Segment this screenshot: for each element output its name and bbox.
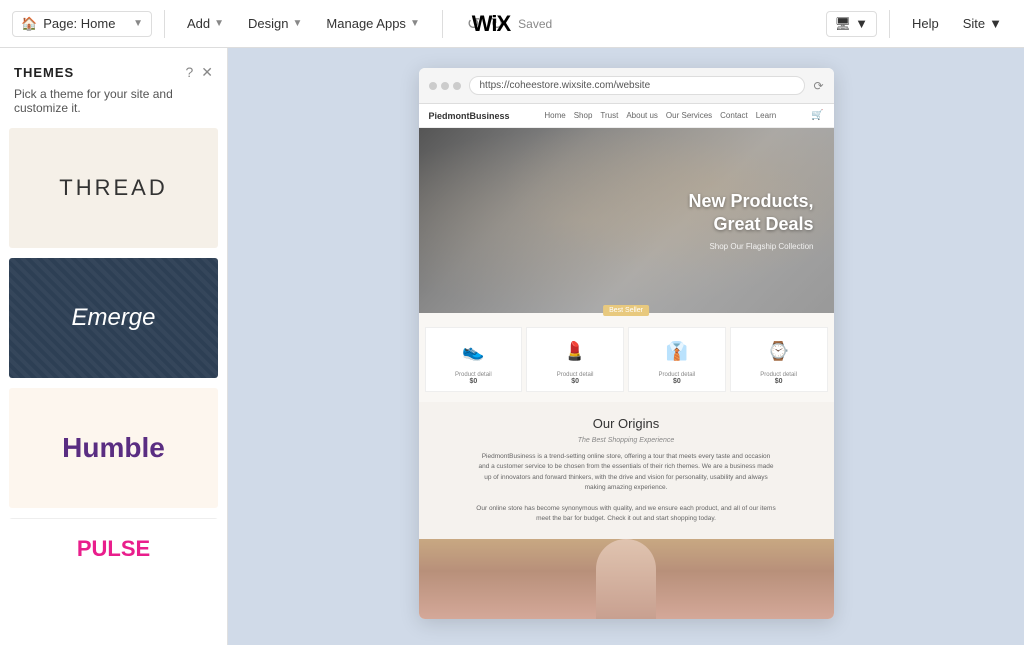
design-chevron-icon: ▼ bbox=[293, 18, 303, 29]
product-item-shoe: 👟 Product detail $0 bbox=[425, 327, 523, 392]
theme-humble-label: Humble bbox=[62, 432, 165, 464]
browser-url-text: https://coheestore.wixsite.com/website bbox=[480, 80, 651, 91]
desktop-icon: 🖥 bbox=[835, 16, 852, 32]
themes-header-icons: ? ✕ bbox=[185, 64, 213, 81]
site-hero-title: New Products,Great Deals bbox=[688, 190, 813, 237]
theme-card-thread[interactable]: THREAD bbox=[8, 127, 219, 249]
product-item-shirt: 👔 Product detail $0 bbox=[628, 327, 726, 392]
help-icon[interactable]: ? bbox=[185, 64, 193, 81]
origins-text: PiedmontBusiness is a trend-setting onli… bbox=[476, 452, 776, 525]
product-icon-cosmetic: 💄 bbox=[560, 336, 590, 366]
site-products-section: Best Seller ‹ 👟 Product detail $0 💄 Prod… bbox=[419, 313, 834, 402]
browser-traffic-lights bbox=[429, 82, 461, 90]
product-icon-shoe: 👟 bbox=[458, 336, 488, 366]
main-layout: THEMES ? ✕ Pick a theme for your site an… bbox=[0, 48, 1024, 645]
topbar-divider-2 bbox=[442, 10, 443, 38]
site-nav: PiedmontBusiness Home Shop Trust About u… bbox=[419, 104, 834, 128]
product-item-watch: ⌚ Product detail $0 bbox=[730, 327, 828, 392]
device-chevron-icon: ▼ bbox=[855, 16, 868, 31]
topbar-divider-3 bbox=[889, 10, 890, 38]
site-menu-button[interactable]: Site ▼ bbox=[953, 12, 1012, 35]
themes-title: THEMES bbox=[14, 65, 74, 80]
best-seller-badge: Best Seller bbox=[603, 305, 649, 316]
page-selector-label: Page: Home bbox=[43, 16, 115, 31]
site-cart-icon: 🛒 bbox=[811, 110, 823, 121]
add-menu-button[interactable]: Add ▼ bbox=[177, 12, 234, 35]
site-bottom-photo bbox=[419, 539, 834, 619]
site-hero-text: New Products,Great Deals Shop Our Flagsh… bbox=[688, 190, 813, 252]
product-item-cosmetic: 💄 Product detail $0 bbox=[526, 327, 624, 392]
nav-trust: Trust bbox=[600, 111, 618, 120]
site-origins-section: Our Origins The Best Shopping Experience… bbox=[419, 402, 834, 539]
product-icon-shirt: 👔 bbox=[662, 336, 692, 366]
nav-learn: Learn bbox=[756, 111, 776, 120]
site-hero-subtitle: Shop Our Flagship Collection bbox=[688, 242, 813, 251]
product-price-4: $0 bbox=[775, 378, 783, 385]
browser-chrome: https://coheestore.wixsite.com/website ⟳ bbox=[419, 68, 834, 104]
close-icon[interactable]: ✕ bbox=[201, 64, 213, 81]
nav-contact: Contact bbox=[720, 111, 748, 120]
product-icon-watch: ⌚ bbox=[764, 336, 794, 366]
theme-thread-preview: THREAD bbox=[9, 128, 218, 248]
topbar-right: 🖥 ▼ Help Site ▼ bbox=[826, 10, 1012, 38]
topbar: 🏠 Page: Home ▼ Add ▼ Design ▼ Manage App… bbox=[0, 0, 1024, 48]
theme-emerge-preview: Emerge bbox=[9, 258, 218, 378]
products-grid: 👟 Product detail $0 💄 Product detail $0 … bbox=[425, 327, 828, 392]
site-chevron-icon: ▼ bbox=[989, 16, 1002, 31]
themes-panel: THEMES ? ✕ Pick a theme for your site an… bbox=[0, 48, 228, 645]
theme-card-emerge[interactable]: Emerge bbox=[8, 257, 219, 379]
page-selector-chevron: ▼ bbox=[133, 18, 143, 29]
wix-logo: WiX Saved bbox=[472, 11, 552, 37]
nav-shop: Shop bbox=[574, 111, 593, 120]
browser-url-bar[interactable]: https://coheestore.wixsite.com/website bbox=[469, 76, 806, 95]
product-price-2: $0 bbox=[571, 378, 579, 385]
browser-dot-green bbox=[453, 82, 461, 90]
add-chevron-icon: ▼ bbox=[214, 18, 224, 29]
wix-logo-text: WiX bbox=[472, 11, 510, 37]
theme-thread-label: THREAD bbox=[59, 175, 167, 201]
manage-apps-chevron-icon: ▼ bbox=[410, 18, 420, 29]
theme-card-humble[interactable]: Humble bbox=[8, 387, 219, 509]
nav-home: Home bbox=[544, 111, 565, 120]
themes-header: THEMES ? ✕ bbox=[0, 48, 227, 87]
site-brand: PiedmontBusiness bbox=[429, 111, 510, 121]
site-nav-links: Home Shop Trust About us Our Services Co… bbox=[544, 111, 776, 120]
page-selector[interactable]: 🏠 Page: Home ▼ bbox=[12, 11, 152, 37]
product-price-3: $0 bbox=[673, 378, 681, 385]
theme-pulse-label: PULSE bbox=[77, 536, 150, 562]
origins-subtitle: The Best Shopping Experience bbox=[449, 437, 804, 444]
themes-subtitle: Pick a theme for your site and customize… bbox=[0, 87, 227, 127]
product-price-1: $0 bbox=[469, 378, 477, 385]
browser-preview: https://coheestore.wixsite.com/website ⟳… bbox=[419, 68, 834, 619]
canvas-area: https://coheestore.wixsite.com/website ⟳… bbox=[228, 48, 1024, 645]
browser-dot-yellow bbox=[441, 82, 449, 90]
help-button[interactable]: Help bbox=[902, 12, 949, 35]
theme-card-pulse[interactable]: PULSE bbox=[8, 517, 219, 579]
manage-apps-menu-button[interactable]: Manage Apps ▼ bbox=[316, 12, 429, 35]
theme-emerge-label: Emerge bbox=[71, 304, 155, 332]
theme-humble-preview: Humble bbox=[9, 388, 218, 508]
saved-status: Saved bbox=[518, 17, 552, 31]
origins-title: Our Origins bbox=[449, 416, 804, 431]
device-selector[interactable]: 🖥 ▼ bbox=[826, 11, 877, 37]
nav-services: Our Services bbox=[666, 111, 712, 120]
bottom-photo-face bbox=[596, 539, 656, 619]
browser-refresh-icon[interactable]: ⟳ bbox=[813, 79, 823, 93]
nav-about: About us bbox=[626, 111, 658, 120]
topbar-divider-1 bbox=[164, 10, 165, 38]
design-menu-button[interactable]: Design ▼ bbox=[238, 12, 312, 35]
browser-dot-red bbox=[429, 82, 437, 90]
page-home-icon: 🏠 bbox=[21, 16, 37, 32]
theme-pulse-preview: PULSE bbox=[9, 518, 218, 578]
site-hero: New Products,Great Deals Shop Our Flagsh… bbox=[419, 128, 834, 313]
